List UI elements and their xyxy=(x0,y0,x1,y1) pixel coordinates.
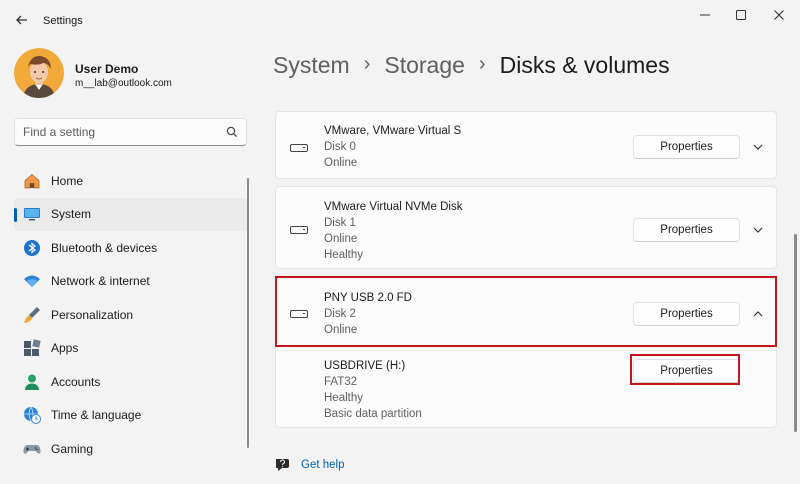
bluetooth-icon xyxy=(23,239,41,257)
page-title: Disks & volumes xyxy=(499,51,670,78)
avatar xyxy=(14,48,64,98)
user-email: m__lab@outlook.com xyxy=(75,78,172,89)
sidebar-item-bluetooth[interactable]: Bluetooth & devices xyxy=(14,231,248,265)
minimize-button[interactable] xyxy=(690,6,720,24)
wifi-icon xyxy=(23,272,41,290)
volume-type: Basic data partition xyxy=(324,408,422,420)
system-icon xyxy=(23,205,41,223)
breadcrumb-storage[interactable]: Storage xyxy=(384,52,465,79)
disk-card: VMware Virtual NVMe Disk Disk 1 Online H… xyxy=(275,186,777,269)
back-button[interactable] xyxy=(10,8,34,32)
sidebar-item-time-language[interactable]: Time & language xyxy=(14,399,248,433)
disk-status: Online xyxy=(324,157,358,169)
disk-health: Healthy xyxy=(324,249,363,261)
volume-name: USBDRIVE (H:) xyxy=(324,360,406,372)
active-indicator xyxy=(14,207,17,222)
breadcrumb-system[interactable]: System xyxy=(273,52,350,79)
minimize-icon xyxy=(700,14,710,16)
chevron-down-icon[interactable] xyxy=(750,222,766,238)
chevron-down-icon[interactable] xyxy=(750,139,766,155)
sidebar-item-system[interactable]: System xyxy=(14,197,248,231)
app-title: Settings xyxy=(43,15,83,27)
brush-icon xyxy=(23,306,41,324)
maximize-icon xyxy=(736,10,746,20)
sidebar-scrollbar[interactable] xyxy=(247,178,249,448)
sidebar-item-label: Bluetooth & devices xyxy=(51,240,158,255)
apps-icon xyxy=(23,339,41,357)
sidebar-item-label: Home xyxy=(51,173,84,188)
home-icon xyxy=(23,172,41,190)
properties-highlight-box xyxy=(630,354,740,385)
chevron-right-icon: › xyxy=(363,52,371,75)
sidebar-item-label: Time & language xyxy=(51,408,142,423)
sidebar-item-label: System xyxy=(51,207,92,222)
volume-health: Healthy xyxy=(324,392,363,404)
divider xyxy=(276,350,776,351)
close-button[interactable] xyxy=(764,6,794,24)
chevron-right-icon: › xyxy=(478,52,486,75)
disk-name: VMware Virtual NVMe Disk xyxy=(324,201,463,213)
close-icon xyxy=(774,10,784,20)
get-help-link[interactable]: Get help xyxy=(274,456,344,473)
content-scrollbar[interactable] xyxy=(794,234,797,432)
sidebar-item-label: Network & internet xyxy=(51,274,150,289)
breadcrumb: System › Storage › Disks & volumes xyxy=(273,48,670,82)
title-bar: Settings xyxy=(0,0,800,40)
drive-icon xyxy=(290,144,308,152)
search-icon[interactable] xyxy=(226,125,238,143)
disk-number: Disk 1 xyxy=(324,217,356,229)
drive-icon xyxy=(290,226,308,234)
back-arrow-icon xyxy=(16,15,27,25)
sidebar-item-accounts[interactable]: Accounts xyxy=(14,365,248,399)
disk-highlight-box xyxy=(275,276,777,347)
sidebar-item-label: Apps xyxy=(51,341,79,356)
volume-filesystem: FAT32 xyxy=(324,376,358,388)
get-help-label: Get help xyxy=(301,458,345,471)
disk-status: Online xyxy=(324,233,358,245)
sidebar-item-personalization[interactable]: Personalization xyxy=(14,298,248,332)
user-name: User Demo xyxy=(75,62,139,76)
globe-clock-icon xyxy=(23,406,41,425)
sidebar-item-home[interactable]: Home xyxy=(14,164,248,198)
sidebar-item-label: Personalization xyxy=(51,307,134,322)
search-input[interactable] xyxy=(23,124,213,140)
properties-button[interactable]: Properties xyxy=(633,218,740,242)
disk-card: VMware, VMware Virtual S Disk 0 Online P… xyxy=(275,111,777,179)
sidebar-item-label: Accounts xyxy=(51,374,101,389)
sidebar-nav: Home System Bluetooth & devices Network … xyxy=(14,164,248,466)
help-icon xyxy=(276,459,289,471)
sidebar-item-network[interactable]: Network & internet xyxy=(14,265,248,299)
search-box[interactable] xyxy=(14,118,247,146)
sidebar-item-gaming[interactable]: Gaming xyxy=(14,432,248,466)
sidebar-item-apps[interactable]: Apps xyxy=(14,332,248,366)
sidebar-item-label: Gaming xyxy=(51,441,94,456)
maximize-button[interactable] xyxy=(726,6,756,24)
properties-button[interactable]: Properties xyxy=(633,135,740,159)
disk-name: VMware, VMware Virtual S xyxy=(324,125,462,137)
gamepad-icon xyxy=(23,440,41,458)
disk-number: Disk 0 xyxy=(324,141,356,153)
accounts-icon xyxy=(23,373,41,391)
